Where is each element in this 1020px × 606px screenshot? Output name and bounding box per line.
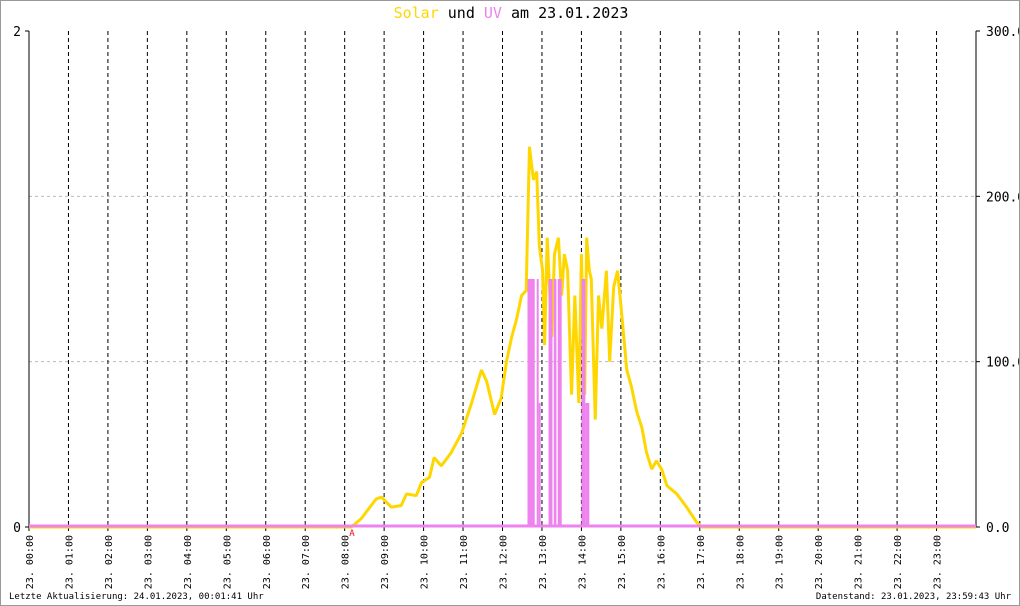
uv-bar: [585, 403, 590, 527]
annotation-marker: A: [349, 529, 355, 539]
x-tick-label: 23. 15:00: [617, 535, 628, 589]
uv-bar: [581, 279, 586, 527]
left-tick-label: 2: [13, 25, 21, 40]
x-tick-label: 23. 13:00: [538, 535, 549, 589]
uv-bar: [548, 279, 553, 527]
uv-bar: [557, 279, 562, 527]
x-tick-label: 23. 01:00: [64, 535, 75, 589]
uv-bar: [527, 279, 535, 527]
x-tick-label: 23. 00:00: [25, 535, 36, 589]
x-tick-label: 23. 21:00: [854, 535, 865, 589]
x-tick-label: 23. 23:00: [933, 535, 944, 589]
uv-bar: [553, 279, 557, 527]
uv-bar: [538, 403, 541, 527]
x-tick-label: 23. 09:00: [380, 535, 391, 589]
x-tick-label: 23. 08:00: [341, 535, 352, 589]
x-tick-label: 23. 10:00: [420, 535, 431, 589]
right-tick-label: 0.0: [986, 521, 1009, 536]
x-tick-label: 23. 11:00: [459, 535, 470, 589]
right-tick-label: 100.0: [986, 356, 1020, 371]
x-tick-label: 23. 07:00: [301, 535, 312, 589]
x-tick-label: 23. 04:00: [183, 535, 194, 589]
chart-plot: 23. 00:00 23. 01:00 23. 02:00 23. 03:00 23. …: [13, 25, 1020, 589]
x-tick-label: 23. 22:00: [893, 535, 904, 589]
x-tick-label: 23. 02:00: [104, 535, 115, 589]
x-tick-label: 23. 18:00: [735, 535, 746, 589]
x-tick-label: 23. 06:00: [262, 535, 273, 589]
x-tick-label: 23. 17:00: [696, 535, 707, 589]
footer-data-status: Datenstand: 23.01.2023, 23:59:43 Uhr: [815, 592, 1011, 602]
footer-last-update: Letzte Aktualisierung: 24.01.2023, 00:01…: [9, 592, 264, 602]
left-tick-label: 0: [13, 521, 21, 536]
x-tick-label: 23. 16:00: [656, 535, 667, 589]
chart-window: Solar und UV am 23.01.2023 23. 00:00 23. …: [0, 0, 1020, 606]
x-tick-label: 23. 14:00: [577, 535, 588, 589]
right-tick-label: 200.0: [986, 190, 1020, 205]
x-tick-label: 23. 03:00: [143, 535, 154, 589]
x-tick-label: 23. 12:00: [499, 535, 510, 589]
solar-series-line: [29, 146, 976, 529]
uv-bar: [536, 279, 539, 527]
x-tick-label: 23. 20:00: [814, 535, 825, 589]
right-tick-label: 300.0: [986, 25, 1020, 40]
x-tick-label: 23. 19:00: [775, 535, 786, 589]
x-tick-label: 23. 05:00: [222, 535, 233, 589]
